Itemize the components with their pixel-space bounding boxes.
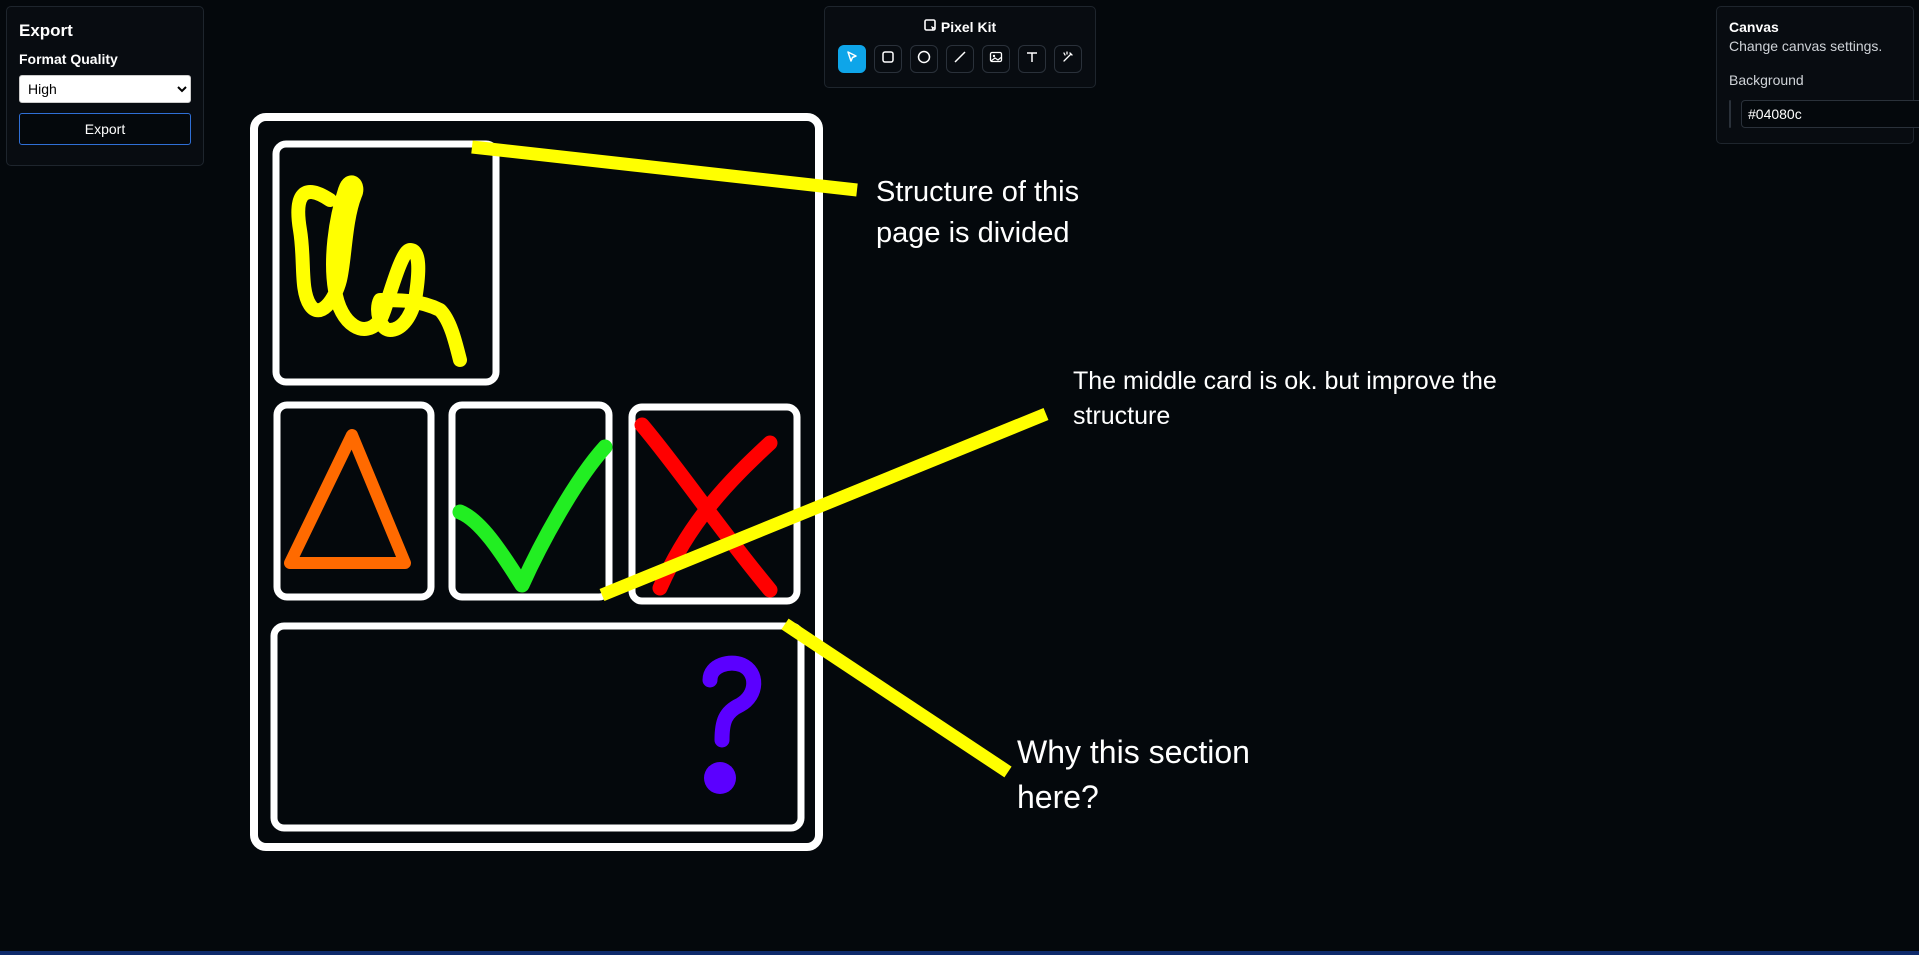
canvas-settings-panel: Canvas Change canvas settings. Backgroun… (1716, 6, 1919, 144)
purple-question-dot[interactable] (704, 762, 736, 794)
text-icon (1025, 50, 1039, 69)
export-button[interactable]: Export (19, 113, 191, 145)
background-color-swatch[interactable] (1729, 100, 1731, 128)
text-tool-button[interactable] (1018, 45, 1046, 73)
circle-icon (917, 50, 931, 69)
cursor-icon (845, 50, 859, 69)
diagonal-line-icon (953, 50, 967, 69)
green-check-scribble[interactable] (452, 439, 613, 593)
background-label: Background (1729, 72, 1804, 88)
rectangle-tool-button[interactable] (874, 45, 902, 73)
pixel-kit-logo-icon (924, 19, 937, 35)
drawing-canvas[interactable] (0, 0, 1919, 955)
purple-question-scribble[interactable] (702, 655, 762, 748)
annotation-line-1[interactable] (471, 140, 858, 197)
canvas-panel-subtitle: Change canvas settings. (1729, 38, 1883, 54)
annotation-line-2[interactable] (599, 407, 1049, 602)
brand-name: Pixel Kit (940, 19, 997, 35)
export-panel-title: Export (19, 21, 73, 40)
toolbar: Pixel Kit (824, 6, 1096, 88)
background-row (1729, 100, 1919, 128)
background-color-input[interactable] (1741, 100, 1919, 128)
annotation-note-structure[interactable]: Structure of this page is divided (876, 172, 1116, 254)
canvas-panel-title: Canvas (1729, 19, 1779, 35)
brand: Pixel Kit (825, 19, 1095, 35)
image-icon (989, 50, 1003, 69)
orange-triangle-scribble[interactable] (284, 429, 411, 569)
image-tool-button[interactable] (982, 45, 1010, 73)
format-quality-select[interactable]: High (19, 75, 191, 103)
pen-icon (1061, 50, 1075, 69)
annotation-note-section[interactable]: Why this section here? (1017, 730, 1257, 820)
select-tool-button[interactable] (838, 45, 866, 73)
yellow-squiggle-scribble[interactable] (291, 175, 467, 367)
bottom-edge-bar (0, 951, 1919, 955)
format-quality-label: Format Quality (19, 51, 118, 67)
export-panel: Export Format Quality High Export (6, 6, 204, 166)
ellipse-tool-button[interactable] (910, 45, 938, 73)
tool-group (825, 45, 1095, 73)
line-tool-button[interactable] (946, 45, 974, 73)
pen-tool-button[interactable] (1054, 45, 1082, 73)
annotation-note-middle-card[interactable]: The middle card is ok. but improve the s… (1073, 364, 1513, 434)
rounded-square-icon (881, 50, 895, 69)
